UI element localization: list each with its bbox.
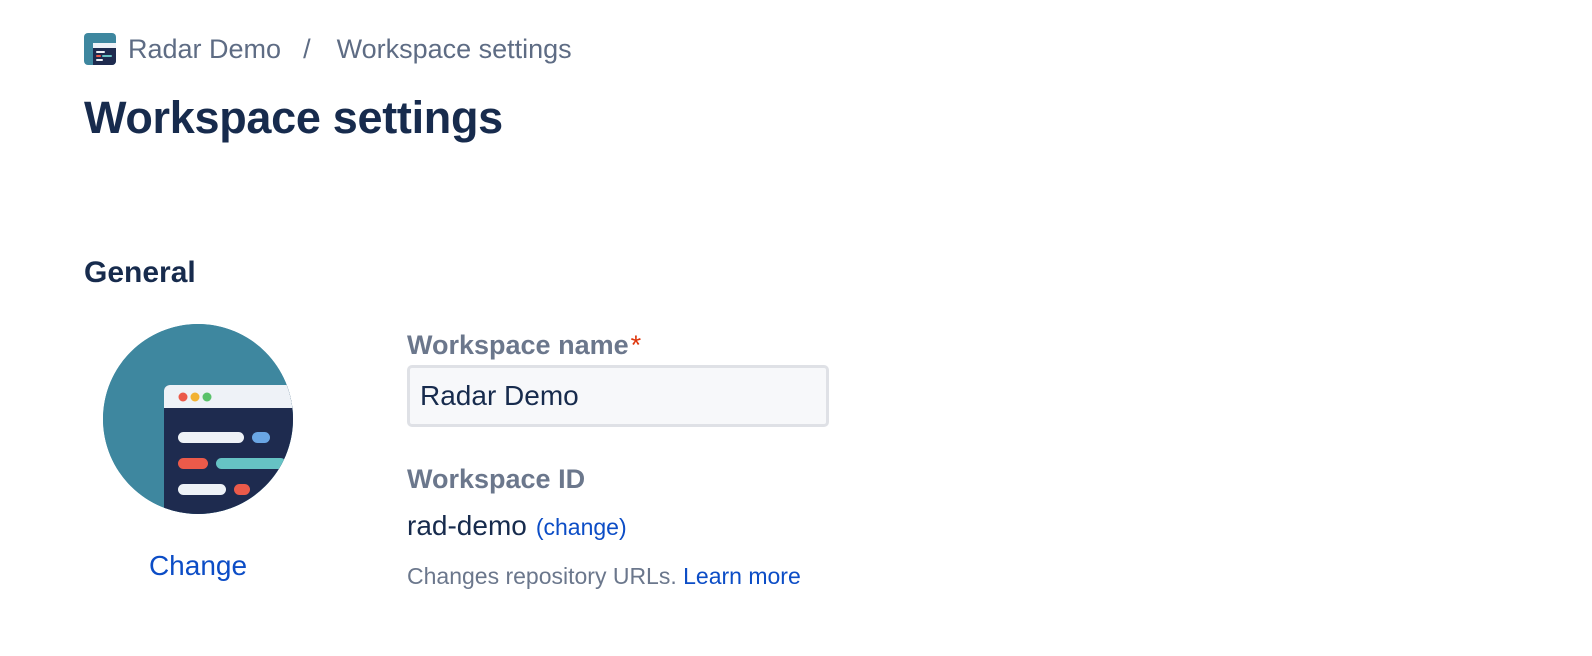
- workspace-name-label-text: Workspace name: [407, 330, 629, 360]
- change-avatar-button[interactable]: Change: [103, 550, 293, 582]
- section-heading-general: General: [84, 256, 196, 289]
- required-marker: *: [630, 330, 642, 360]
- breadcrumb-separator: /: [303, 33, 311, 64]
- breadcrumb-workspace-link[interactable]: Radar Demo: [128, 34, 281, 65]
- workspace-id-helper-text: Changes repository URLs.: [407, 563, 677, 589]
- workspace-name-input[interactable]: [407, 365, 829, 427]
- workspace-icon[interactable]: [84, 33, 116, 65]
- breadcrumb: Radar Demo / Workspace settings: [84, 32, 572, 66]
- learn-more-link[interactable]: Learn more: [683, 563, 801, 589]
- breadcrumb-current-link[interactable]: Workspace settings: [337, 34, 572, 65]
- page-title: Workspace settings: [84, 92, 503, 143]
- workspace-id-label: Workspace ID: [407, 464, 586, 494]
- change-workspace-id-link[interactable]: (change): [536, 514, 627, 541]
- workspace-avatar-image: [103, 324, 293, 514]
- workspace-name-label: Workspace name*: [407, 328, 641, 362]
- workspace-id-helper: Changes repository URLs. Learn more: [407, 563, 801, 590]
- workspace-avatar: [103, 324, 293, 514]
- workspace-id-row: rad-demo (change): [407, 510, 627, 542]
- workspace-id-value: rad-demo: [407, 510, 527, 541]
